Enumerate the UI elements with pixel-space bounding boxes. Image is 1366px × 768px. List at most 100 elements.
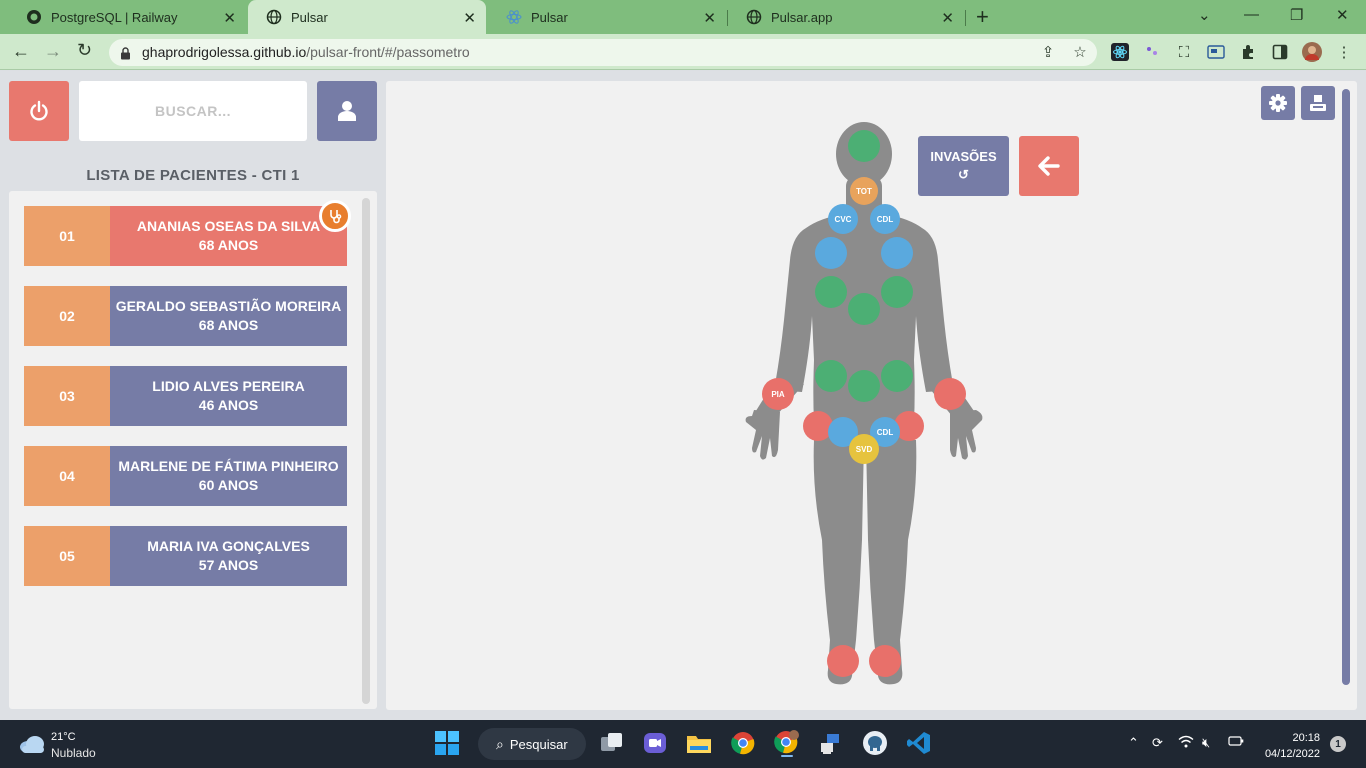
spot-foot-right[interactable]: [869, 645, 901, 677]
patient-card[interactable]: 05 MARIA IVA GONÇALVES 57 ANOS: [24, 526, 347, 586]
patient-info: MARIA IVA GONÇALVES 57 ANOS: [110, 526, 347, 586]
patient-info: GERALDO SEBASTIÃO MOREIRA 68 ANOS: [110, 286, 347, 346]
spot-wrist-right[interactable]: [934, 378, 966, 410]
spot-svd[interactable]: SVD: [849, 434, 879, 464]
patient-number: 02: [24, 286, 110, 346]
tab-postgresql-railway[interactable]: PostgreSQL | Railway ✕: [8, 0, 246, 34]
url-text[interactable]: ghaprodrigolessa.github.io/pulsar-front/…: [142, 44, 470, 60]
spot-cvc[interactable]: CVC: [828, 204, 858, 234]
tab-pulsar-active[interactable]: Pulsar ✕: [248, 0, 486, 34]
stethoscope-icon[interactable]: [319, 200, 351, 232]
taskbar-search[interactable]: ⌕ Pesquisar: [478, 728, 586, 760]
weather-cloud-icon[interactable]: [18, 730, 46, 758]
back-button[interactable]: [1019, 136, 1079, 196]
spot-foot-left[interactable]: [827, 645, 859, 677]
menu-kebab-icon[interactable]: ⋮: [1334, 42, 1354, 62]
chrome-profile-active-icon[interactable]: [773, 729, 801, 757]
extensions-puzzle-icon[interactable]: [1238, 42, 1258, 62]
restore-icon[interactable]: ❐: [1290, 6, 1303, 24]
pgadmin-elephant-icon[interactable]: [861, 729, 889, 757]
tab-search-chevron-icon[interactable]: ⌄: [1198, 6, 1211, 24]
patient-card[interactable]: 01 ANANIAS OSEAS DA SILVA 68 ANOS: [24, 206, 347, 266]
minimize-icon[interactable]: —: [1244, 6, 1259, 23]
file-explorer-icon[interactable]: [685, 729, 713, 757]
share-icon[interactable]: ⇪: [1038, 42, 1058, 62]
gear-icon: [1269, 94, 1287, 112]
spot-pia[interactable]: PIA: [762, 378, 794, 410]
profile-avatar[interactable]: [1302, 42, 1322, 62]
close-icon[interactable]: ✕: [223, 9, 236, 27]
spot-sternum[interactable]: [848, 293, 880, 325]
reload-icon[interactable]: ↻: [77, 40, 92, 61]
globe-icon: [266, 9, 282, 25]
spot-thorax-left[interactable]: [815, 276, 847, 308]
wifi-icon[interactable]: [1178, 735, 1194, 751]
task-view-icon[interactable]: [598, 729, 626, 757]
network-tool-icon[interactable]: [817, 729, 845, 757]
spot-thorax-right[interactable]: [881, 276, 913, 308]
patient-list-title: LISTA DE PACIENTES - CTI 1: [86, 167, 300, 184]
taskbar-clock[interactable]: 20:18 04/12/2022: [1256, 730, 1320, 762]
search-input[interactable]: [79, 103, 307, 119]
clock-date: 04/12/2022: [1264, 748, 1320, 760]
tab-title: Pulsar.app: [771, 9, 833, 25]
patient-age: 57 ANOS: [198, 557, 259, 573]
spot-tot[interactable]: TOT: [850, 177, 878, 205]
patient-card[interactable]: 04 MARLENE DE FÁTIMA PINHEIRO 60 ANOS: [24, 446, 347, 506]
body-map-scrollbar[interactable]: [1342, 89, 1350, 685]
tray-chevron-up-icon[interactable]: ⌃: [1128, 735, 1139, 751]
teams-chat-icon[interactable]: [641, 729, 669, 757]
power-button[interactable]: [9, 81, 69, 141]
print-button[interactable]: [1301, 86, 1335, 120]
spot-cdl-neck[interactable]: CDL: [870, 204, 900, 234]
close-icon[interactable]: ✕: [941, 9, 954, 27]
clock-time: 20:18: [1292, 732, 1320, 744]
tab-pulsar-app[interactable]: Pulsar.app ✕: [728, 0, 964, 34]
close-icon[interactable]: ✕: [703, 9, 716, 27]
weather-temperature: 21°C: [51, 731, 76, 743]
speaker-muted-icon[interactable]: 🔇︎: [1202, 735, 1210, 751]
react-icon: [506, 9, 522, 25]
extension-dots-icon[interactable]: [1142, 42, 1162, 62]
patient-number: 03: [24, 366, 110, 426]
sync-icon[interactable]: ⟳: [1152, 735, 1163, 751]
patient-card[interactable]: 03 LIDIO ALVES PEREIRA 46 ANOS: [24, 366, 347, 426]
spot-head[interactable]: [848, 130, 880, 162]
close-icon[interactable]: ✕: [463, 9, 476, 27]
notification-badge[interactable]: 1: [1330, 736, 1346, 752]
spot-chest-right[interactable]: [881, 237, 913, 269]
tab-pulsar[interactable]: Pulsar ✕: [488, 0, 726, 34]
patient-name: MARIA IVA GONÇALVES: [147, 538, 310, 554]
cast-icon[interactable]: [1206, 42, 1226, 62]
patient-name: LIDIO ALVES PEREIRA: [152, 378, 305, 394]
side-panel-icon[interactable]: [1270, 42, 1290, 62]
taskbar-search-label: Pesquisar: [509, 736, 568, 752]
browser-tab-bar: PostgreSQL | Railway ✕ Pulsar ✕ Pulsar ✕…: [0, 0, 1366, 34]
user-button[interactable]: [317, 81, 377, 141]
user-icon: [338, 101, 356, 121]
spot-abdomen-center[interactable]: [848, 370, 880, 402]
react-devtools-icon[interactable]: [1110, 42, 1130, 62]
new-tab-plus-icon[interactable]: +: [976, 4, 989, 30]
railway-icon: [26, 9, 42, 25]
patient-list-scrollbar[interactable]: [362, 198, 370, 704]
screenshot-icon[interactable]: ⛶: [1174, 42, 1194, 62]
window-close-icon[interactable]: ✕: [1336, 6, 1349, 24]
spot-abdomen-right[interactable]: [881, 360, 913, 392]
patient-name: GERALDO SEBASTIÃO MOREIRA: [115, 298, 342, 314]
spot-chest-left[interactable]: [815, 237, 847, 269]
patient-card[interactable]: 02 GERALDO SEBASTIÃO MOREIRA 68 ANOS: [24, 286, 347, 346]
windows-start-icon[interactable]: [433, 729, 461, 757]
spot-abdomen-left[interactable]: [815, 360, 847, 392]
lock-icon[interactable]: [115, 43, 135, 63]
chrome-icon[interactable]: [729, 729, 757, 757]
forward-arrow-icon[interactable]: →: [44, 41, 62, 62]
vscode-icon[interactable]: [905, 729, 933, 757]
back-arrow-icon[interactable]: ←: [12, 41, 30, 62]
arrow-left-icon: [1038, 156, 1060, 176]
patient-info: ANANIAS OSEAS DA SILVA 68 ANOS: [110, 206, 347, 266]
battery-plug-icon[interactable]: [1228, 735, 1244, 750]
weather-description: Nublado: [51, 746, 96, 760]
settings-button[interactable]: [1261, 86, 1295, 120]
bookmark-star-icon[interactable]: ☆: [1070, 42, 1090, 62]
